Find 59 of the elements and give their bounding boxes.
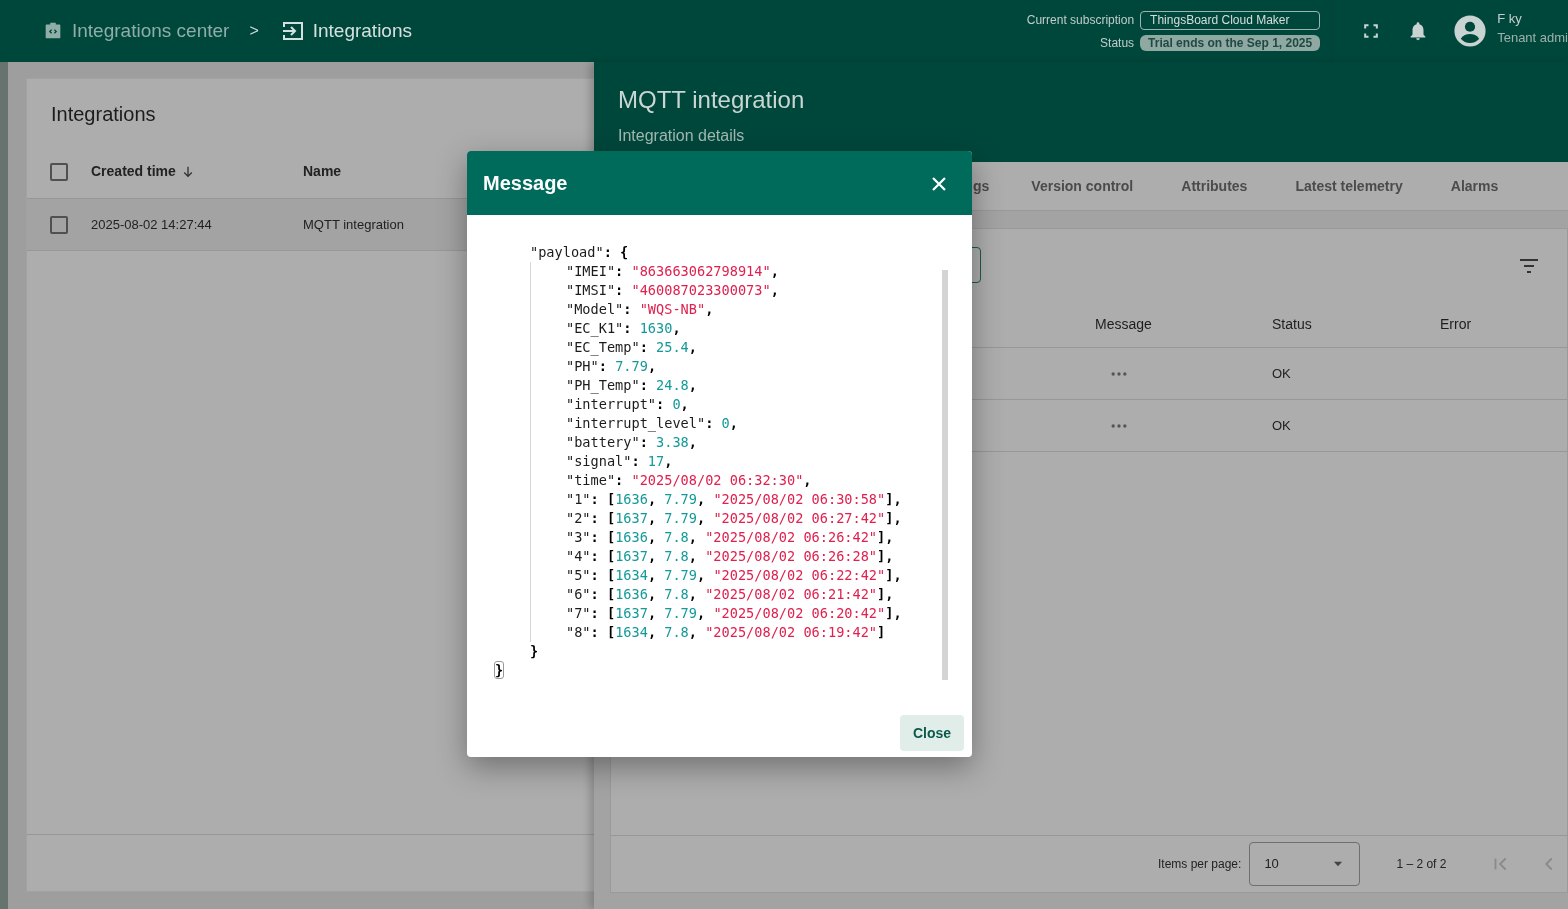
code-line: "interrupt_level": 0, bbox=[566, 414, 739, 433]
code-line: } bbox=[530, 642, 540, 661]
code-line: "signal": 17, bbox=[566, 452, 674, 471]
subscription-label: Current subscription bbox=[1026, 12, 1135, 29]
details-subtitle: Integration details bbox=[618, 126, 746, 146]
code-line: "PH_Temp": 24.8, bbox=[566, 376, 698, 395]
code-line: "5": [1634, 7.79, "2025/08/02 06:22:42"], bbox=[566, 566, 903, 585]
user-role: Tenant admi bbox=[1497, 29, 1568, 47]
tab[interactable]: Latest telemetry bbox=[1271, 162, 1427, 210]
tab[interactable]: gs bbox=[973, 162, 1008, 210]
arrow-into-box-icon bbox=[280, 19, 305, 43]
column-header[interactable]: Created time bbox=[91, 161, 176, 182]
close-button[interactable]: Close bbox=[900, 715, 964, 751]
table-cell-text: OK bbox=[1272, 416, 1291, 435]
code-line: "1": [1636, 7.79, "2025/08/02 06:30:58"], bbox=[566, 490, 903, 509]
tab[interactable]: Version control bbox=[1007, 162, 1158, 210]
code-line: "EC_K1": 1630, bbox=[566, 319, 682, 338]
code-line: "time": "2025/08/02 06:32:30", bbox=[566, 471, 813, 490]
avatar-icon[interactable] bbox=[1453, 14, 1488, 48]
card-title: Integrations bbox=[50, 102, 157, 127]
code-line: "8": [1634, 7.8, "2025/08/02 06:19:42"] bbox=[566, 623, 887, 642]
code-line: "interrupt": 0, bbox=[566, 395, 690, 414]
column-header: Message bbox=[1095, 314, 1153, 334]
table-cell-text: MQTT integration bbox=[303, 215, 404, 234]
status-label: Status bbox=[1099, 34, 1135, 52]
table-cell-text: 2025-08-02 14:27:44 bbox=[91, 215, 213, 234]
details-title: MQTT integration bbox=[618, 85, 806, 115]
code-line: "6": [1636, 7.8, "2025/08/02 06:21:42"], bbox=[566, 585, 895, 604]
code-line: "IMSI": "460087023300073", bbox=[566, 281, 780, 300]
checkbox[interactable] bbox=[50, 215, 68, 234]
status-chip: Trial ends on the Sep 1, 2025 bbox=[1140, 34, 1321, 51]
column-header: Status bbox=[1272, 314, 1313, 334]
code-line: "4": [1637, 7.8, "2025/08/02 06:26:28"], bbox=[566, 547, 895, 566]
breadcrumb-link[interactable]: Integrations center bbox=[72, 16, 230, 46]
page-range: 1 – 2 of 2 bbox=[1396, 856, 1447, 873]
close-icon bbox=[930, 174, 948, 193]
code-line: } bbox=[495, 661, 505, 680]
table-cell-text: OK bbox=[1272, 364, 1291, 383]
items-per-page-label: Items per page: bbox=[1158, 856, 1242, 873]
code-line: "EC_Temp": 25.4, bbox=[566, 338, 698, 357]
dialog-title: Message bbox=[483, 171, 568, 196]
scrollbar[interactable] bbox=[942, 270, 948, 680]
breadcrumb-separator: > bbox=[249, 21, 259, 41]
code-line: "PH": 7.79, bbox=[566, 357, 658, 376]
code-line: "7": [1637, 7.79, "2025/08/02 06:20:42"], bbox=[566, 604, 903, 623]
code-line: "Model": "WQS-NB", bbox=[566, 300, 715, 319]
tab[interactable]: Attributes bbox=[1157, 162, 1272, 210]
column-header: Error bbox=[1440, 314, 1473, 334]
checkbox[interactable] bbox=[50, 162, 68, 181]
page-size-select[interactable]: 10 bbox=[1249, 842, 1361, 886]
code-line: "battery": 3.38, bbox=[566, 433, 698, 452]
column-header[interactable]: Name bbox=[303, 161, 342, 182]
tab[interactable]: Alarms bbox=[1426, 162, 1523, 210]
code-line: "2": [1637, 7.79, "2025/08/02 06:27:42"], bbox=[566, 509, 903, 528]
plan-chip: ThingsBoard Cloud Maker bbox=[1140, 10, 1321, 30]
breadcrumb-link[interactable]: Integrations bbox=[312, 16, 412, 46]
user-name: F ky bbox=[1497, 9, 1523, 28]
code-line: "3": [1636, 7.8, "2025/08/02 06:26:42"], bbox=[566, 528, 895, 547]
code-line: "IMEI": "863663062798914", bbox=[566, 262, 780, 281]
